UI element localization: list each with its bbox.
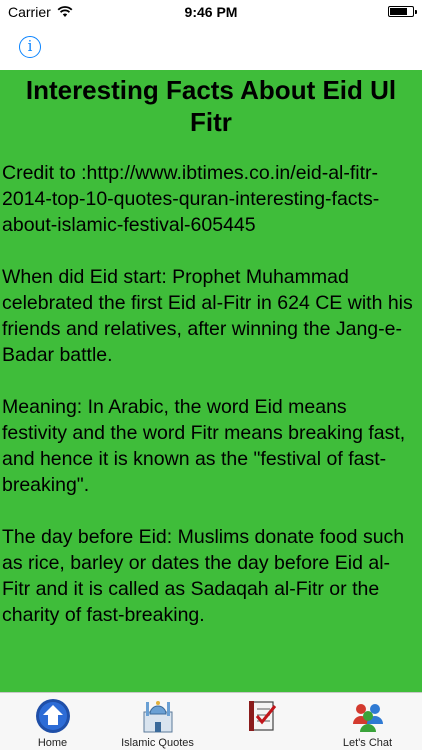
status-time: 9:46 PM: [184, 4, 238, 20]
checklist-icon: [248, 701, 276, 731]
tab-lets-chat-label: Let's Chat: [342, 737, 393, 749]
tab-home-label: Home: [37, 737, 68, 749]
paragraph-start: When did Eid start: Prophet Muhammad cel…: [2, 266, 413, 366]
navigation-bar: i: [0, 24, 422, 70]
chat-people-icon: [352, 704, 383, 732]
tab-islamic-quotes-label: Islamic Quotes: [121, 737, 194, 749]
info-icon[interactable]: i: [19, 36, 41, 58]
article-body: Credit to :http://www.ibtimes.co.in/eid-…: [2, 160, 416, 628]
paragraph-credit: Credit to :http://www.ibtimes.co.in/eid-…: [2, 162, 380, 236]
tab-bar: Home Islamic Quotes Let's Chat: [0, 692, 422, 750]
tab-lets-chat[interactable]: Let's Chat: [315, 693, 420, 751]
article-title: Interesting Facts About Eid Ul Fitr: [25, 75, 397, 137]
battery-icon: [388, 6, 417, 17]
mosque-icon: [143, 701, 172, 733]
status-bar: Carrier 9:46 PM: [0, 0, 422, 24]
paragraph-meaning: Meaning: In Arabic, the word Eid means f…: [2, 396, 406, 496]
home-icon: [35, 699, 70, 733]
tab-checklist[interactable]: [210, 693, 315, 751]
tab-home[interactable]: Home: [0, 693, 105, 751]
article-content: Interesting Facts About Eid Ul Fitr Cred…: [0, 70, 422, 692]
paragraph-day-before: The day before Eid: Muslims donate food …: [2, 526, 405, 626]
tab-islamic-quotes[interactable]: Islamic Quotes: [105, 693, 210, 751]
